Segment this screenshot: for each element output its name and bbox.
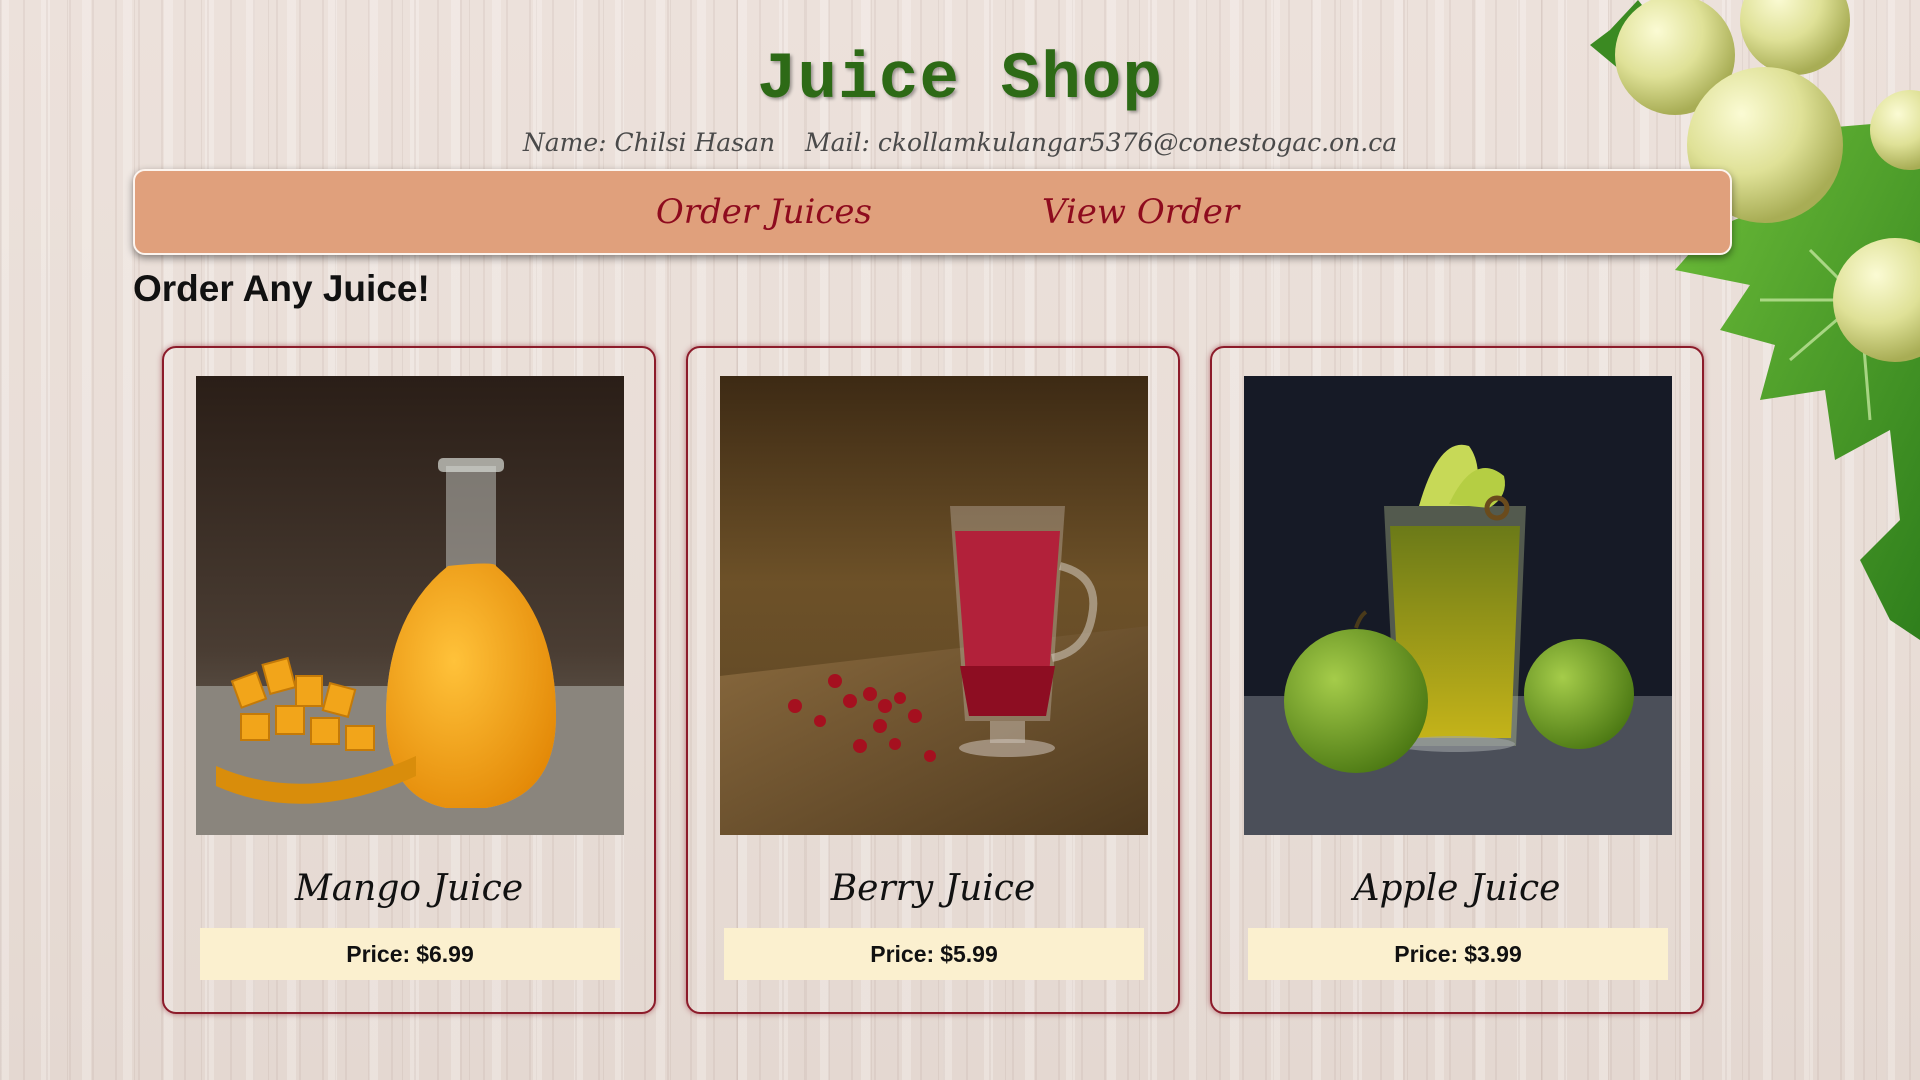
main-nav: Order Juices View Order xyxy=(133,169,1732,255)
student-email: Mail: ckollamkulangar5376@conestogac.on.… xyxy=(805,128,1398,157)
product-price: Price: $6.99 xyxy=(200,928,620,980)
student-info: Name: Chilsi Hasan Mail: ckollamkulangar… xyxy=(0,128,1920,157)
product-price: Price: $5.99 xyxy=(724,928,1144,980)
price-value: $6.99 xyxy=(416,941,474,967)
site-title: Juice Shop xyxy=(756,42,1164,117)
product-list: Mango Juice Price: $6.99 Berry Juice Pri… xyxy=(162,346,1704,1014)
apple-juice-photo[interactable] xyxy=(1244,376,1672,835)
nav-view-order-link[interactable]: View Order xyxy=(1042,192,1239,232)
price-label: Price: xyxy=(870,941,935,967)
price-value: $5.99 xyxy=(940,941,998,967)
price-value: $3.99 xyxy=(1464,941,1522,967)
product-price: Price: $3.99 xyxy=(1248,928,1668,980)
mango-juice-photo[interactable] xyxy=(196,376,624,835)
product-card-mango[interactable]: Mango Juice Price: $6.99 xyxy=(162,346,656,1014)
product-card-berry[interactable]: Berry Juice Price: $5.99 xyxy=(686,346,1180,1014)
nav-order-juices-link[interactable]: Order Juices xyxy=(656,192,872,232)
product-name: Apple Juice xyxy=(1353,868,1561,909)
berry-juice-photo[interactable] xyxy=(720,376,1148,835)
product-name: Berry Juice xyxy=(830,868,1036,909)
product-name: Mango Juice xyxy=(294,868,524,909)
student-name: Name: Chilsi Hasan xyxy=(522,128,776,157)
product-card-apple[interactable]: Apple Juice Price: $3.99 xyxy=(1210,346,1704,1014)
price-label: Price: xyxy=(1394,941,1459,967)
section-heading: Order Any Juice! xyxy=(133,268,430,309)
price-label: Price: xyxy=(346,941,411,967)
